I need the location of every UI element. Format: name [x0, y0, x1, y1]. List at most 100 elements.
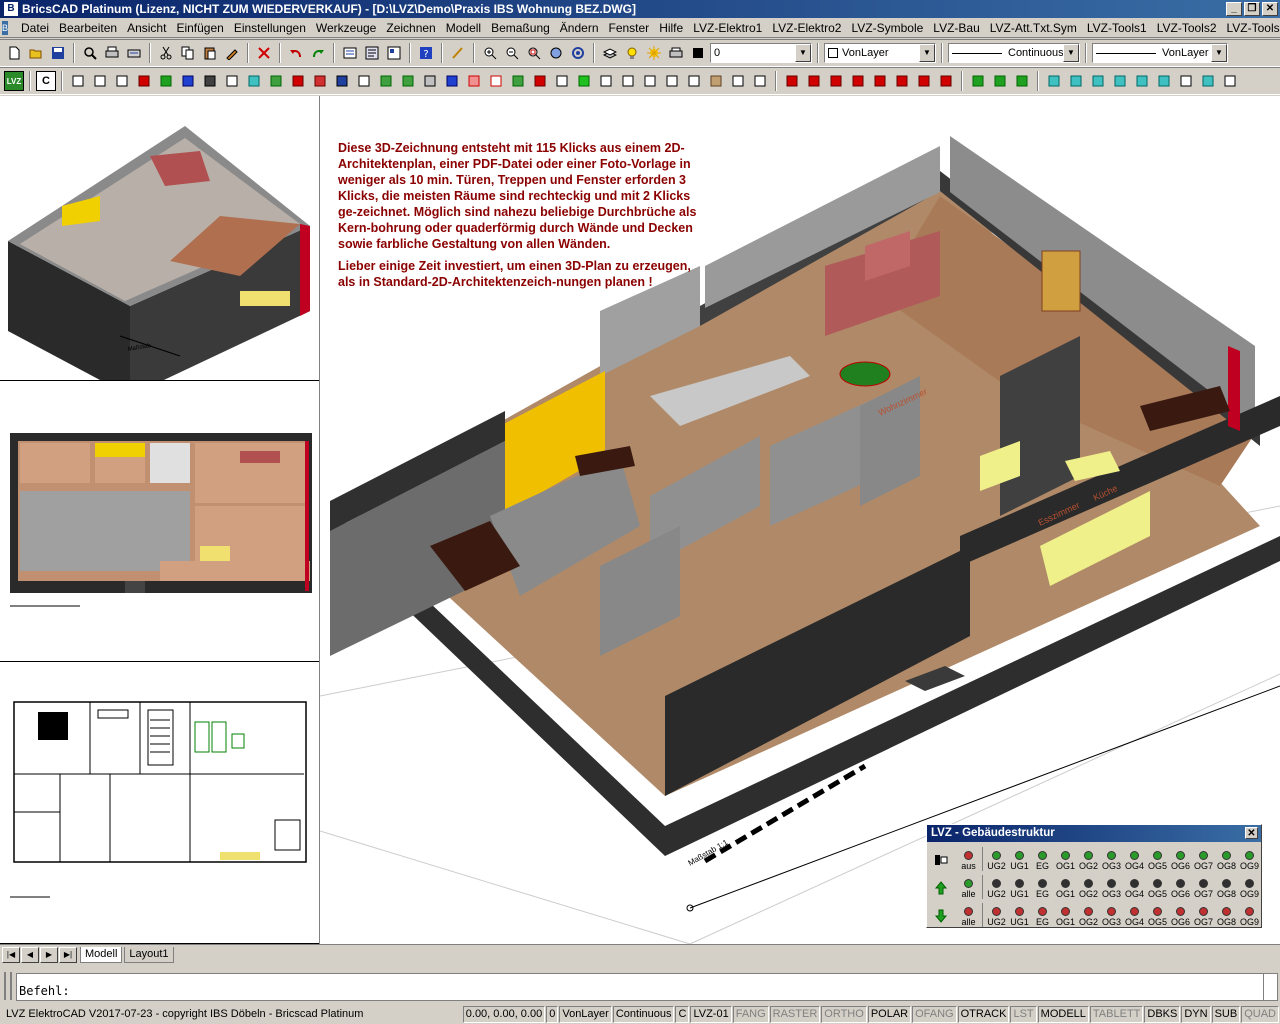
- book-icon[interactable]: [1176, 71, 1196, 91]
- status-cell[interactable]: LST: [1010, 1005, 1037, 1023]
- palette-show-floor-button[interactable]: UG1: [1008, 875, 1031, 899]
- status-cell[interactable]: VonLayer: [559, 1005, 612, 1023]
- zoom-out-icon[interactable]: [502, 43, 522, 63]
- palette-off-floor-button[interactable]: UG2: [985, 847, 1008, 871]
- route-icon[interactable]: [1012, 71, 1032, 91]
- menu-item[interactable]: LVZ-Symbole: [846, 21, 928, 35]
- palette-off-floor-button[interactable]: OG5: [1146, 847, 1169, 871]
- menu-item[interactable]: Ansicht: [122, 21, 171, 35]
- tool-g-icon[interactable]: [684, 71, 704, 91]
- palette-off-floor-button[interactable]: OG6: [1169, 847, 1192, 871]
- tool-d-icon[interactable]: [618, 71, 638, 91]
- palette-hide-floor-button[interactable]: OG8: [1215, 903, 1238, 927]
- lvz-logo-icon[interactable]: LVZ: [4, 71, 24, 91]
- menu-item[interactable]: Einstellungen: [229, 21, 311, 35]
- floor-off-icon[interactable]: [931, 849, 951, 871]
- tool-m-icon[interactable]: [892, 71, 912, 91]
- numbering-icon[interactable]: [782, 71, 802, 91]
- palette-show-floor-button[interactable]: OG6: [1169, 875, 1192, 899]
- tool-i-icon[interactable]: [728, 71, 748, 91]
- circle-icon[interactable]: [442, 71, 462, 91]
- chevron-down-icon[interactable]: ▼: [1211, 44, 1227, 62]
- palette-show-floor-button[interactable]: OG9: [1238, 875, 1261, 899]
- cable-icon[interactable]: [310, 71, 330, 91]
- layer-on-icon[interactable]: [622, 43, 642, 63]
- panel-2-icon[interactable]: [1198, 71, 1218, 91]
- status-cell[interactable]: 0: [546, 1005, 559, 1023]
- panel-icon[interactable]: [244, 71, 264, 91]
- arrow-up-icon[interactable]: [931, 877, 951, 899]
- red-dot-icon[interactable]: [134, 71, 154, 91]
- tab-first-button[interactable]: |◀: [2, 946, 20, 963]
- zoom-window-icon[interactable]: [524, 43, 544, 63]
- menu-item[interactable]: LVZ-Bau: [928, 21, 984, 35]
- palette-off-floor-button[interactable]: OG8: [1215, 847, 1238, 871]
- palette-off-floor-button[interactable]: UG1: [1008, 847, 1031, 871]
- menu-item[interactable]: Modell: [441, 21, 486, 35]
- status-cell[interactable]: MODELL: [1037, 1005, 1089, 1023]
- menu-item[interactable]: Bemaßung: [486, 21, 555, 35]
- palette-off-floor-button[interactable]: OG9: [1238, 847, 1261, 871]
- menu-item[interactable]: Fenster: [604, 21, 655, 35]
- palette-hide-floor-button[interactable]: OG3: [1100, 903, 1123, 927]
- palette-hide-floor-button[interactable]: UG1: [1008, 903, 1031, 927]
- sketch-icon[interactable]: [448, 43, 468, 63]
- palette-off-all-button[interactable]: aus: [957, 847, 980, 871]
- menu-item[interactable]: Zeichnen: [381, 21, 440, 35]
- status-cell[interactable]: OTRACK: [957, 1005, 1010, 1023]
- tab-next-button[interactable]: ▶: [40, 946, 58, 963]
- plot-icon[interactable]: [124, 43, 144, 63]
- tool-b-icon[interactable]: [574, 71, 594, 91]
- palette-show-floor-button[interactable]: EG: [1031, 875, 1054, 899]
- fire-alarm-icon[interactable]: [288, 71, 308, 91]
- status-cell[interactable]: POLAR: [867, 1005, 912, 1023]
- menu-item[interactable]: Ändern: [555, 21, 604, 35]
- device-icon[interactable]: [332, 71, 352, 91]
- menu-item[interactable]: LVZ-Elektro1: [688, 21, 767, 35]
- menu-item[interactable]: Bearbeiten: [54, 21, 122, 35]
- palette-show-floor-button[interactable]: OG2: [1077, 875, 1100, 899]
- orbit-icon[interactable]: [568, 43, 588, 63]
- restore-button[interactable]: ❐: [1244, 2, 1260, 16]
- square-icon[interactable]: [464, 71, 484, 91]
- menu-item[interactable]: Einfügen: [171, 21, 228, 35]
- status-cell[interactable]: Continuous: [612, 1005, 675, 1023]
- palette-close-button[interactable]: ✕: [1245, 827, 1258, 839]
- chevron-down-icon[interactable]: ▼: [1063, 44, 1079, 62]
- new-file-icon[interactable]: [4, 43, 24, 63]
- tool-p-icon[interactable]: [1044, 71, 1064, 91]
- tab-layout1[interactable]: Layout1: [124, 946, 174, 963]
- linetype-combo[interactable]: Continuous ▼: [948, 43, 1080, 63]
- tool-r-icon[interactable]: [1088, 71, 1108, 91]
- tool-q-icon[interactable]: [1066, 71, 1086, 91]
- rc-icon[interactable]: [508, 71, 528, 91]
- tool-u-icon[interactable]: [1154, 71, 1174, 91]
- tool-c-icon[interactable]: [596, 71, 616, 91]
- status-cell[interactable]: 0.00, 0.00, 0.00: [462, 1005, 546, 1023]
- match-properties-icon[interactable]: [222, 43, 242, 63]
- status-cell[interactable]: LVZ-01: [690, 1005, 732, 1023]
- copy-icon[interactable]: [178, 43, 198, 63]
- chevron-down-icon[interactable]: ▼: [919, 44, 935, 62]
- palette-hide-floor-button[interactable]: OG7: [1192, 903, 1215, 927]
- status-cell[interactable]: FANG: [732, 1005, 769, 1023]
- palette-hide-floor-button[interactable]: OG1: [1054, 903, 1077, 927]
- palette-show-floor-button[interactable]: OG5: [1146, 875, 1169, 899]
- module-icon[interactable]: [376, 71, 396, 91]
- palette-hide-floor-button[interactable]: UG2: [985, 903, 1008, 927]
- palette-hide-floor-button[interactable]: OG2: [1077, 903, 1100, 927]
- palette-off-floor-button[interactable]: OG1: [1054, 847, 1077, 871]
- palette-hide-floor-button[interactable]: EG: [1031, 903, 1054, 927]
- menu-item[interactable]: LVZ-Tools1: [1082, 21, 1152, 35]
- tool-t-icon[interactable]: [1132, 71, 1152, 91]
- status-cell[interactable]: C: [675, 1005, 690, 1023]
- layer-combo[interactable]: 0 ▼: [710, 43, 812, 63]
- status-cell[interactable]: QUAD: [1241, 1005, 1279, 1023]
- terminal-icon[interactable]: [398, 71, 418, 91]
- command-grip[interactable]: [4, 972, 12, 1000]
- move-text-icon[interactable]: [826, 71, 846, 91]
- menu-item[interactable]: Hilfe: [654, 21, 688, 35]
- save-icon[interactable]: [48, 43, 68, 63]
- viewport-top-rendered[interactable]: [0, 381, 319, 662]
- status-cell[interactable]: TABLETT: [1089, 1005, 1144, 1023]
